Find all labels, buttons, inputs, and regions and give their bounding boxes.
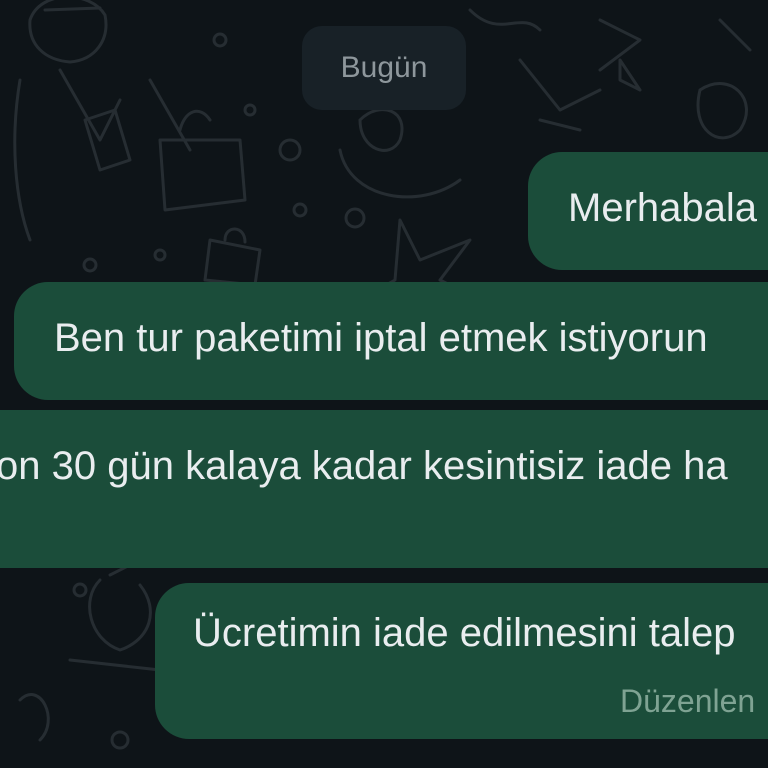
message-text: on 30 gün kalaya kadar kesintisiz iade h… [0, 444, 728, 488]
date-separator: Bugün [302, 26, 466, 110]
message-bubble[interactable]: Ben tur paketimi iptal etmek istiyorun [14, 282, 768, 400]
message-text: Ücretimin iade edilmesini talep [193, 611, 736, 655]
message-bubble[interactable]: Merhabala [528, 152, 768, 270]
message-bubble[interactable]: Ücretimin iade edilmesini talep Düzenlen [155, 583, 768, 739]
message-text: Merhabala [568, 186, 758, 230]
message-text: Ben tur paketimi iptal etmek istiyorun [54, 316, 708, 360]
chat-window: Bugün Merhabala Ben tur paketimi iptal e… [0, 0, 768, 768]
message-bubble[interactable]: on 30 gün kalaya kadar kesintisiz iade h… [0, 410, 768, 568]
edited-label: Düzenlen [620, 683, 756, 719]
